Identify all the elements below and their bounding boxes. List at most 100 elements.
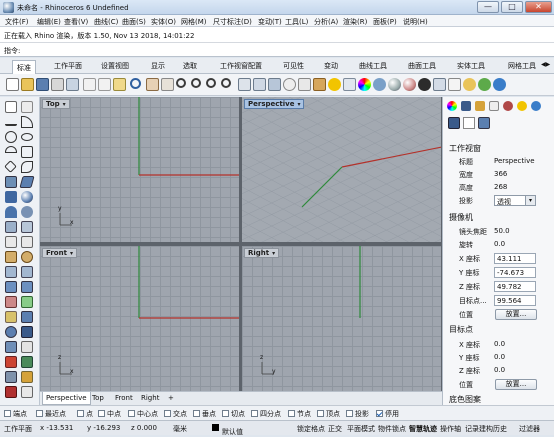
rotate-view-icon[interactable] <box>161 78 174 91</box>
osnap-center[interactable]: 中心点 <box>128 409 158 419</box>
surface-icon[interactable] <box>5 176 17 188</box>
menu-surface[interactable]: 曲面(S) <box>122 17 146 27</box>
menu-analyze[interactable]: 分析(A) <box>314 17 338 27</box>
minimize-button[interactable]: — <box>477 1 499 13</box>
osnap-mid[interactable]: 中点 <box>98 409 121 419</box>
rhino-app-icon[interactable] <box>3 2 14 13</box>
pan-hand-icon[interactable] <box>146 78 159 91</box>
osnap-end[interactable]: 端点 <box>4 409 27 419</box>
place-target-button[interactable]: 放置... <box>495 379 537 390</box>
status-smart-track[interactable]: 智慧轨迹 <box>409 424 437 434</box>
checkbox[interactable] <box>77 410 84 417</box>
osnap-disable[interactable]: 停用 <box>376 409 399 419</box>
status-cplane[interactable]: 工作平面 <box>4 424 32 434</box>
target-distance-field[interactable]: 99.564 <box>494 295 536 306</box>
viewport-label-perspective[interactable]: Perspective ▾ <box>244 99 305 109</box>
tab-cplanes[interactable]: 工作平面 <box>54 61 82 74</box>
drafting-icon[interactable] <box>21 371 33 383</box>
analyze-icon[interactable] <box>5 356 17 368</box>
tab-visibility[interactable]: 可见性 <box>283 61 304 74</box>
camera-z-field[interactable]: 49.782 <box>494 281 536 292</box>
status-osnap[interactable]: 物件锁点 <box>378 424 406 434</box>
viewport-top[interactable]: x y Top ▾ <box>40 97 239 242</box>
menu-view[interactable]: 查看(V) <box>64 17 88 27</box>
checkbox[interactable] <box>317 410 324 417</box>
tab-select[interactable]: 选取 <box>183 61 197 74</box>
freeform-icon[interactable] <box>21 161 33 173</box>
tab-solid-tools[interactable]: 实体工具 <box>457 61 485 74</box>
color-panel-icon[interactable] <box>447 101 457 111</box>
array-icon[interactable] <box>5 281 17 293</box>
viewport-label-top[interactable]: Top ▾ <box>42 99 70 109</box>
grid-icon[interactable] <box>21 341 33 353</box>
zoom-icon[interactable] <box>176 78 186 88</box>
save-icon[interactable] <box>36 78 49 91</box>
boolean-union-icon[interactable] <box>21 311 33 323</box>
globe-icon[interactable] <box>478 78 491 91</box>
scale-icon[interactable] <box>5 266 17 278</box>
move-icon[interactable] <box>5 251 17 263</box>
menu-tools[interactable]: 工具(L) <box>285 17 308 27</box>
render-icon[interactable] <box>403 78 416 91</box>
help-icon[interactable] <box>493 78 506 91</box>
camera-y-field[interactable]: -74.673 <box>494 267 536 278</box>
tab-standard[interactable]: 标准 <box>12 60 36 75</box>
close-button[interactable]: ✕ <box>525 1 552 13</box>
menu-dimension[interactable]: 尺寸标注(D) <box>213 17 252 27</box>
more-tools-icon[interactable] <box>21 386 33 398</box>
menu-mesh[interactable]: 网格(M) <box>181 17 207 27</box>
join-icon[interactable] <box>21 281 33 293</box>
boolean-difference-icon[interactable] <box>5 326 17 338</box>
viewport-perspective[interactable]: Perspective ▾ <box>242 97 441 242</box>
cplane-icon[interactable] <box>253 78 266 91</box>
object-panel-icon[interactable] <box>461 101 471 111</box>
render-sphere-icon[interactable] <box>388 78 401 91</box>
tab-right[interactable]: Right <box>141 394 159 402</box>
menu-panels[interactable]: 面板(P) <box>373 17 397 27</box>
block-icon[interactable] <box>5 371 17 383</box>
checkbox[interactable] <box>193 410 200 417</box>
print-icon[interactable] <box>51 78 64 91</box>
polyline-icon[interactable] <box>5 116 17 126</box>
torus-icon[interactable] <box>21 206 33 218</box>
camera-icon[interactable] <box>283 78 296 91</box>
status-ortho[interactable]: 正交 <box>328 424 342 434</box>
mirror-icon[interactable] <box>21 266 33 278</box>
object-properties-icon[interactable] <box>343 78 356 91</box>
camera-x-field[interactable]: 43.111 <box>494 253 536 264</box>
zoom-extents-icon[interactable] <box>206 78 216 88</box>
viewport-panel-icon[interactable] <box>463 117 475 129</box>
cut-icon[interactable] <box>83 78 96 91</box>
point-icon[interactable] <box>21 101 33 113</box>
open-folder-icon[interactable] <box>21 78 34 91</box>
tab-viewport-layout[interactable]: 工作视窗配置 <box>220 61 262 74</box>
curvature-icon[interactable] <box>21 356 33 368</box>
checkbox[interactable] <box>222 410 229 417</box>
tab-surface-tools[interactable]: 曲面工具 <box>408 61 436 74</box>
four-view-icon[interactable] <box>238 78 251 91</box>
extrude-surface-icon[interactable] <box>19 176 35 188</box>
circle-icon[interactable] <box>5 131 17 143</box>
osnap-perpendicular[interactable]: 垂点 <box>193 409 216 419</box>
osnap-point[interactable]: 点 <box>77 409 93 419</box>
tab-perspective[interactable]: Perspective <box>42 392 91 405</box>
menu-help[interactable]: 说明(H) <box>403 17 428 27</box>
checkbox[interactable] <box>251 410 258 417</box>
snapshot-icon[interactable] <box>448 78 461 91</box>
checkbox[interactable] <box>98 410 105 417</box>
tab-display[interactable]: 显示 <box>151 61 165 74</box>
named-view-icon[interactable] <box>268 78 281 91</box>
help-panel-icon[interactable] <box>531 101 541 111</box>
select-all-icon[interactable] <box>298 78 311 91</box>
osnap-vertex[interactable]: 顶点 <box>317 409 340 419</box>
select-arrow-icon[interactable] <box>5 101 17 113</box>
paste-icon[interactable] <box>113 78 126 91</box>
ellipse-icon[interactable] <box>21 133 33 141</box>
camera-panel-icon[interactable] <box>448 117 460 129</box>
rendered-display-icon[interactable] <box>418 78 431 91</box>
place-camera-button[interactable]: 放置... <box>495 309 537 320</box>
cylinder-solid-icon[interactable] <box>5 206 17 218</box>
checkbox[interactable] <box>346 410 353 417</box>
group-icon[interactable] <box>5 341 17 353</box>
explode-icon[interactable] <box>5 311 17 323</box>
